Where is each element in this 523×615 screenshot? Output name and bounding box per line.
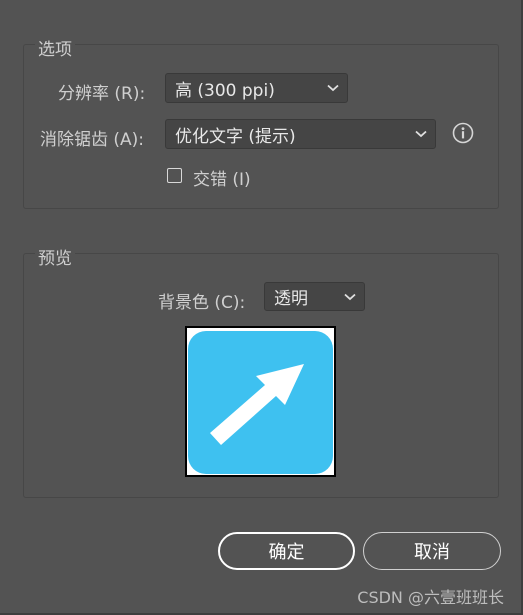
- interlace-checkbox[interactable]: [167, 168, 182, 183]
- resolution-value: 高 (300 ppi): [175, 80, 275, 101]
- cancel-button[interactable]: 取消: [363, 532, 501, 570]
- arrow-icon: [187, 328, 334, 475]
- background-color-value: 透明: [274, 289, 308, 309]
- watermark-text: CSDN @六壹班班长: [357, 588, 504, 607]
- background-color-label: 背景色 (C):: [158, 293, 246, 313]
- antialias-select[interactable]: 优化文字 (提示): [165, 119, 436, 149]
- antialias-value: 优化文字 (提示): [175, 126, 296, 147]
- chevron-down-icon: [327, 84, 339, 92]
- resolution-select[interactable]: 高 (300 ppi): [165, 73, 348, 103]
- antialias-label: 消除锯齿 (A):: [40, 130, 145, 150]
- resolution-label: 分辨率 (R):: [58, 84, 146, 104]
- export-options-dialog: 选项 分辨率 (R): 高 (300 ppi) 消除锯齿 (A): 优化文字 (…: [0, 0, 523, 615]
- preview-group-label: 预览: [35, 244, 75, 269]
- interlace-label[interactable]: 交错 (I): [193, 165, 251, 190]
- chevron-down-icon: [415, 130, 427, 138]
- info-icon[interactable]: [452, 122, 474, 144]
- background-color-select[interactable]: 透明: [264, 282, 365, 311]
- preview-image: [185, 326, 336, 477]
- options-group-label: 选项: [35, 35, 75, 60]
- ok-button[interactable]: 确定: [218, 532, 355, 570]
- chevron-down-icon: [344, 293, 356, 300]
